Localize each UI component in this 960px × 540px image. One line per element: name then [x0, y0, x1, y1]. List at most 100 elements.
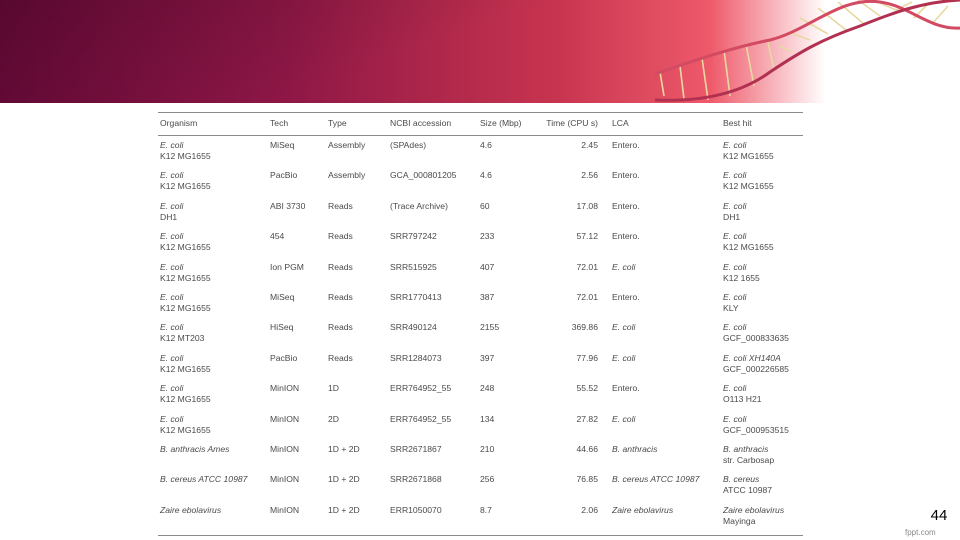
cell-size: 407 — [480, 261, 495, 272]
organism-species: E. coli — [160, 291, 184, 302]
cell-type: Reads — [328, 200, 353, 211]
best-hit-strain: K12 1655 — [723, 272, 760, 283]
best-hit-species: Zaire ebolavirus — [723, 504, 785, 515]
column-header-type: Type — [326, 112, 388, 136]
table-row: B. anthracis Ames MinION 1D + 2D SRR2671867… — [158, 444, 803, 474]
cell-organism: E. coli K12 MG1655 — [158, 353, 268, 383]
cell-lca: Entero. — [612, 140, 640, 150]
cell-accession: (Trace Archive) — [390, 200, 448, 211]
column-header-accession: NCBI accession — [388, 112, 478, 136]
cell-type: Assembly — [328, 170, 366, 181]
organism-species: E. coli — [160, 140, 184, 150]
cell-lca: Zaire ebolavirus — [610, 504, 721, 537]
best-hit-strain: GCF_000953515 — [723, 424, 789, 435]
column-header-organism: Organism — [158, 112, 268, 136]
best-hit-strain: KLY — [723, 302, 739, 313]
cell-type: Reads — [328, 231, 353, 242]
cell-lca: Entero. — [612, 291, 640, 302]
banner-shading — [0, 0, 640, 103]
cell-accession: ERR764952_55 — [390, 383, 452, 394]
cell-lca: Entero. — [612, 383, 640, 394]
organism-strain: K12 MT203 — [160, 333, 205, 344]
table-row: B. cereus ATCC 10987 MinION 1D + 2D SRR2671… — [158, 474, 803, 504]
organism-species: E. coli — [160, 261, 184, 272]
column-header-size: Size (Mbp) — [478, 112, 533, 136]
best-hit-species: E. coli XH140A — [723, 352, 781, 363]
cell-size: 233 — [480, 231, 495, 242]
footer-brand: fppt.com — [905, 528, 936, 537]
cell-time: 77.96 — [576, 352, 598, 363]
cell-time: 2.45 — [581, 140, 598, 150]
cell-type: 2D — [328, 413, 339, 424]
cell-lca: E. coli — [612, 352, 636, 363]
cell-tech: MiSeq — [270, 140, 295, 150]
cell-tech: MiSeq — [270, 291, 295, 302]
cell-type: 1D + 2D — [328, 474, 360, 485]
organism-strain: K12 MG1655 — [160, 151, 211, 161]
cell-accession: SRR490124 — [390, 322, 437, 333]
organism-strain: K12 MG1655 — [160, 242, 211, 253]
cell-accession: ERR1050070 — [388, 504, 478, 537]
cell-tech: ABI 3730 — [270, 200, 306, 211]
results-table-container: Organism Tech Type NCBI accession Size (… — [158, 112, 803, 537]
cell-organism: E. coli K12 MG1655 — [158, 383, 268, 413]
cell-time: 2.56 — [581, 170, 598, 181]
organism-species: E. coli — [160, 383, 184, 394]
cell-accession: (SPAdes) — [390, 140, 427, 150]
column-header-lca: LCA — [610, 112, 721, 136]
cell-size: 4.6 — [480, 140, 492, 150]
table-row: E. coli K12 MT203 HiSeq Reads SRR490124 2155 3… — [158, 322, 803, 352]
cell-type: Reads — [328, 352, 353, 363]
best-hit-strain: Mayinga — [723, 515, 756, 526]
organism-species: E. coli — [160, 413, 184, 424]
organism-strain: K12 MG1655 — [160, 302, 211, 313]
cell-organism: B. cereus ATCC 10987 — [158, 474, 268, 504]
table-body: E. coli K12 MG1655 MiSeq Assembly (SPAdes) 4.… — [158, 136, 803, 537]
best-hit-species: E. coli — [723, 322, 747, 333]
cell-organism: E. coli K12 MG1655 — [158, 170, 268, 200]
cell-time: 44.66 — [576, 443, 598, 454]
cell-lca: Entero. — [612, 231, 640, 242]
best-hit-strain: str. Carbosap — [723, 454, 775, 465]
organism-strain: K12 MG1655 — [160, 272, 211, 283]
organism-species: E. coli — [160, 322, 184, 333]
cell-accession: SRR515925 — [390, 261, 437, 272]
cell-size: 2155 — [480, 322, 500, 333]
best-hit-species: B. anthracis — [723, 443, 769, 454]
best-hit-species: E. coli — [723, 413, 747, 424]
organism-strain: DH1 — [160, 211, 178, 222]
results-table: Organism Tech Type NCBI accession Size (… — [158, 112, 803, 537]
cell-best-hit: B. anthracis str. Carbosap — [721, 444, 803, 474]
table-row: E. coli K12 MG1655 MiSeq Reads SRR1770413 387… — [158, 292, 803, 322]
cell-type: Assembly — [328, 140, 366, 150]
cell-size: 60 — [480, 200, 490, 211]
cell-organism: E. coli DH1 — [158, 201, 268, 231]
page-number: 44 — [926, 507, 952, 525]
cell-best-hit: E. coli K12 MG1655 — [721, 170, 803, 200]
organism-strain: K12 MG1655 — [160, 181, 211, 192]
organism-species: E. coli — [160, 170, 184, 181]
cell-organism: E. coli K12 MG1655 — [158, 136, 268, 171]
cell-accession: SRR2671867 — [390, 443, 442, 454]
cell-time: 2.06 — [533, 504, 610, 537]
cell-accession: ERR764952_55 — [390, 413, 452, 424]
best-hit-strain: GCF_000226585 — [723, 363, 789, 374]
best-hit-strain: DH1 — [723, 211, 741, 222]
cell-type: Reads — [328, 322, 353, 333]
cell-tech: Ion PGM — [270, 261, 304, 272]
organism-species: B. cereus ATCC 10987 — [160, 474, 248, 485]
cell-organism: E. coli K12 MG1655 — [158, 292, 268, 322]
cell-size: 397 — [480, 352, 495, 363]
cell-lca: B. cereus ATCC 10987 — [612, 474, 700, 485]
table-row: E. coli DH1 ABI 3730 Reads (Trace Archive) 60… — [158, 201, 803, 231]
table-row: E. coli K12 MG1655 454 Reads SRR797242 233 57.… — [158, 231, 803, 261]
cell-organism: B. anthracis Ames — [158, 444, 268, 474]
title-banner — [0, 0, 960, 103]
cell-size: 4.6 — [480, 170, 492, 181]
best-hit-species: E. coli — [723, 383, 747, 394]
cell-lca: E. coli — [612, 322, 636, 333]
table-row: E. coli K12 MG1655 Ion PGM Reads SRR515925 40… — [158, 262, 803, 292]
best-hit-strain: GCF_000833635 — [723, 333, 789, 344]
cell-best-hit: E. coli GCF_000833635 — [721, 322, 803, 352]
cell-accession: SRR1284073 — [390, 352, 442, 363]
